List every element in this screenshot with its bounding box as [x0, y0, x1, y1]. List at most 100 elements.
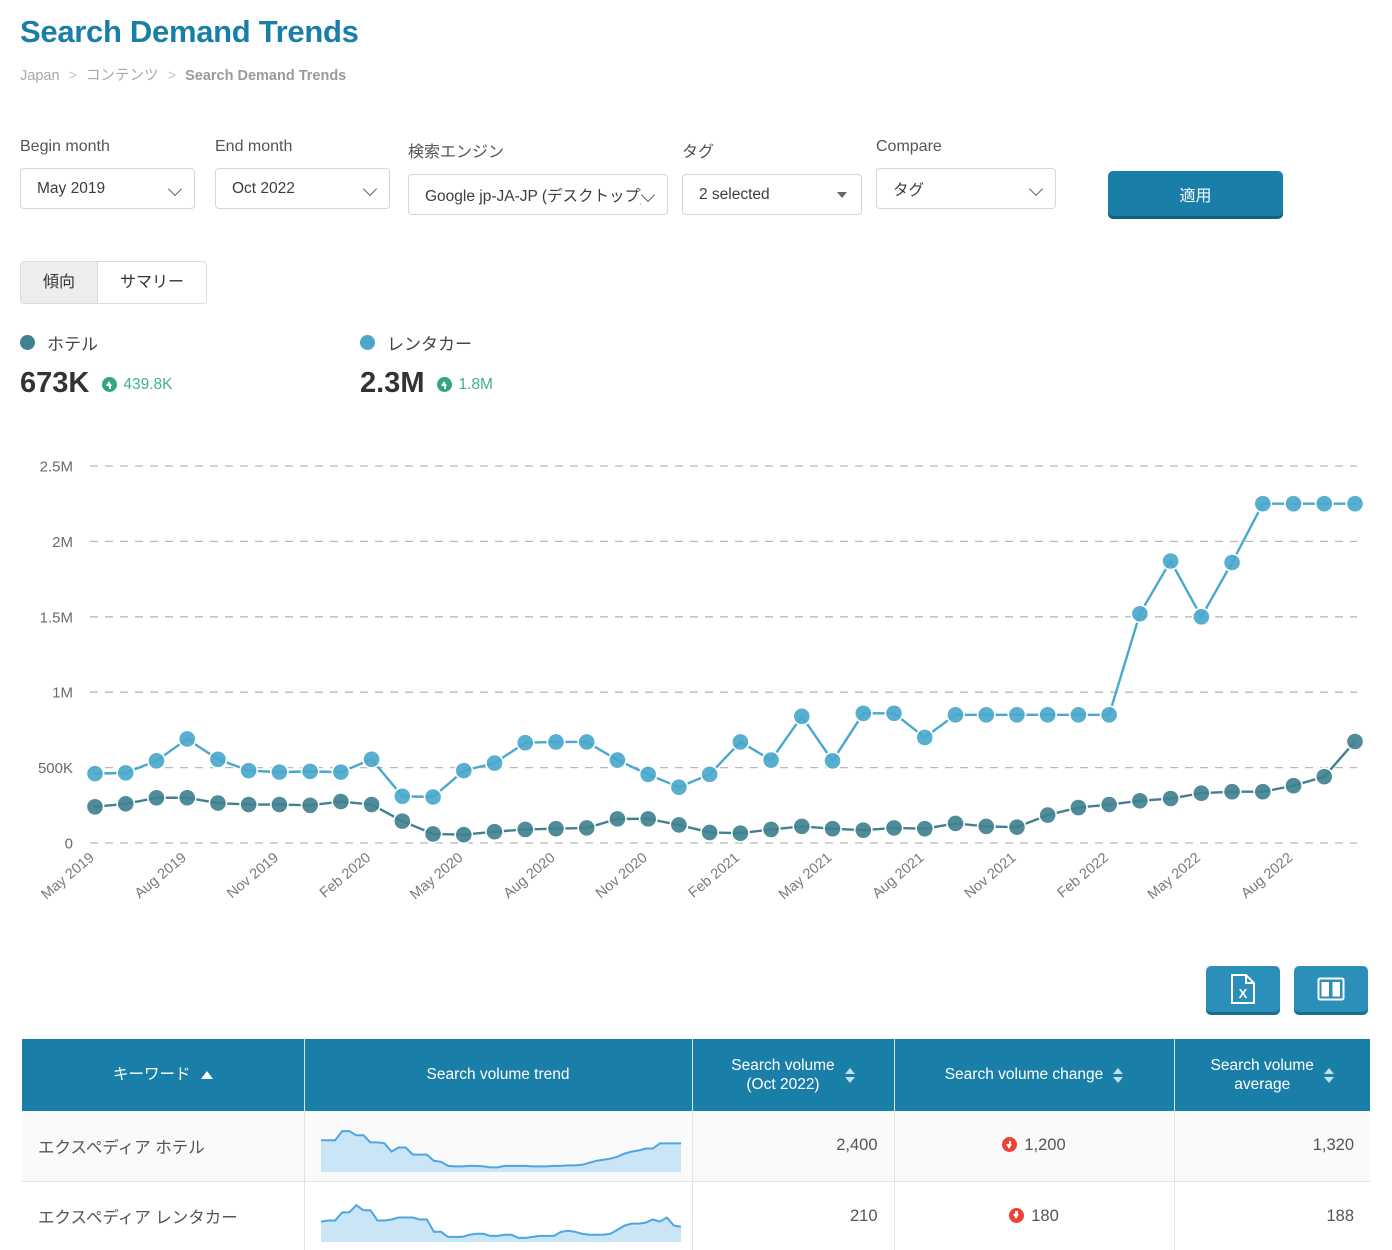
begin-month-value: May 2019 — [37, 179, 106, 197]
sort-toggle-icon — [1323, 1067, 1334, 1083]
sparkline-chart — [320, 1203, 681, 1242]
svg-text:Feb 2022: Feb 2022 — [1054, 850, 1111, 902]
keyword-table-wrapper: キーワード Search volume trend Search volume(… — [22, 1039, 1370, 1250]
apply-button[interactable]: 適用 — [1108, 171, 1283, 216]
cell-trend-sparkline — [304, 1111, 693, 1182]
chevron-down-icon — [641, 187, 657, 203]
kpi-rentalcar-delta-value: 1.8M — [458, 375, 493, 393]
column-header-average[interactable]: Search volume average — [1174, 1039, 1370, 1111]
svg-text:0: 0 — [65, 836, 73, 853]
tab-summary[interactable]: サマリー — [97, 262, 207, 303]
column-label-trend: Search volume trend — [426, 1066, 570, 1084]
kpi-rentalcar-delta: 1.8M — [437, 375, 493, 394]
kpi-rentalcar: レンタカー 2.3M 1.8M — [360, 330, 493, 400]
cell-trend-sparkline — [304, 1181, 693, 1250]
cell-search-volume: 210 — [692, 1181, 895, 1250]
end-month-field: End month Oct 2022 — [215, 138, 390, 209]
sort-toggle-icon — [844, 1067, 855, 1083]
chevron-down-icon — [1029, 181, 1045, 197]
cell-search-volume: 2,400 — [692, 1111, 895, 1182]
search-engine-field: 検索エンジン Google jp-JA-JP (デスクトップ) — [408, 138, 668, 215]
cell-search-volume-change: 180 — [894, 1181, 1175, 1250]
keyword-table: キーワード Search volume trend Search volume(… — [22, 1039, 1370, 1250]
table-header-row: キーワード Search volume trend Search volume(… — [22, 1039, 1370, 1111]
breadcrumb-separator: > — [68, 68, 78, 84]
column-label-volume: Search volume (Oct 2022) — [731, 1056, 835, 1093]
columns-icon — [1317, 977, 1345, 1001]
arrow-up-icon — [437, 377, 453, 392]
kpi-rentalcar-label: レンタカー — [387, 335, 472, 354]
search-engine-label: 検索エンジン — [408, 144, 505, 161]
end-month-select[interactable]: Oct 2022 — [215, 168, 390, 209]
cell-keyword: エクスペディア ホテル — [22, 1111, 305, 1182]
page-title: Search Demand Trends — [20, 14, 359, 49]
cell-search-volume-average: 1,320 — [1174, 1111, 1370, 1182]
svg-text:Aug 2019: Aug 2019 — [132, 850, 190, 902]
kpi-hotel-delta-value: 439.8K — [123, 375, 173, 393]
cell-keyword: エクスペディア レンタカー — [22, 1181, 305, 1250]
tag-label: タグ — [682, 144, 715, 161]
kpi-hotel-label: ホテル — [47, 335, 98, 354]
tag-value: 2 selected — [699, 185, 770, 203]
sparkline-chart — [320, 1129, 681, 1172]
column-header-change[interactable]: Search volume change — [894, 1039, 1175, 1111]
columns-toggle-button[interactable] — [1294, 966, 1368, 1012]
sort-toggle-icon — [1113, 1067, 1124, 1083]
svg-text:Nov 2021: Nov 2021 — [962, 850, 1020, 902]
cell-search-volume-change: 1,200 — [894, 1111, 1175, 1182]
begin-month-select[interactable]: May 2019 — [20, 168, 195, 209]
svg-text:1.5M: 1.5M — [40, 609, 73, 626]
svg-text:Aug 2022: Aug 2022 — [1238, 850, 1296, 902]
svg-text:2.5M: 2.5M — [40, 459, 73, 476]
column-header-trend: Search volume trend — [304, 1039, 693, 1111]
breadcrumb-item-contents[interactable]: コンテンツ — [86, 68, 159, 84]
kpi-hotel: ホテル 673K 439.8K — [20, 330, 172, 400]
end-month-label: End month — [215, 138, 293, 155]
column-header-keyword[interactable]: キーワード — [22, 1039, 305, 1111]
compare-value: タグ — [893, 181, 925, 199]
svg-text:Aug 2021: Aug 2021 — [869, 850, 927, 902]
export-toolbar: X — [1206, 966, 1368, 1012]
search-engine-value: Google jp-JA-JP (デスクトップ) — [425, 187, 641, 205]
end-month-value: Oct 2022 — [232, 179, 295, 197]
svg-text:Nov 2020: Nov 2020 — [593, 850, 651, 902]
chart-canvas: 2.5M 2M 1.5M 1M 500K 0May 2019 Aug 2019 Nov 201… — [38, 459, 1365, 903]
svg-text:Aug 2020: Aug 2020 — [501, 850, 559, 902]
svg-text:X: X — [1239, 986, 1248, 1001]
arrow-up-icon — [102, 377, 118, 392]
begin-month-label: Begin month — [20, 138, 110, 155]
svg-text:2M: 2M — [52, 534, 73, 551]
breadcrumb-item-japan[interactable]: Japan — [20, 68, 60, 84]
compare-select[interactable]: タグ — [876, 168, 1056, 209]
search-demand-line-chart[interactable]: 2.5M 2M 1.5M 1M 500K 0 May 2019 Aug 2019 Nov 201… — [0, 440, 1392, 950]
excel-export-button[interactable]: X — [1206, 966, 1280, 1012]
svg-text:May 2022: May 2022 — [1145, 850, 1204, 903]
tag-multiselect[interactable]: 2 selected — [682, 174, 862, 215]
table-row[interactable]: エクスペディア レンタカー 210 180 188 — [22, 1181, 1370, 1250]
chevron-down-icon — [168, 181, 184, 197]
legend-dot-rentalcar — [360, 335, 375, 350]
svg-text:Nov 2019: Nov 2019 — [224, 850, 282, 902]
excel-icon: X — [1231, 974, 1255, 1004]
svg-text:May 2020: May 2020 — [407, 850, 466, 903]
column-label-change: Search volume change — [944, 1066, 1104, 1084]
tab-trend[interactable]: 傾向 — [21, 262, 98, 303]
cell-search-volume-average: 188 — [1174, 1181, 1370, 1250]
search-engine-select[interactable]: Google jp-JA-JP (デスクトップ) — [408, 174, 668, 215]
chevron-down-icon — [363, 181, 379, 197]
search-demand-trends-page: Search Demand Trends Japan > コンテンツ > Sea… — [0, 0, 1392, 1250]
begin-month-field: Begin month May 2019 — [20, 138, 195, 209]
caret-down-icon — [837, 191, 847, 198]
kpi-hotel-delta: 439.8K — [102, 376, 172, 394]
column-header-volume[interactable]: Search volume (Oct 2022) — [692, 1039, 895, 1111]
breadcrumb: Japan > コンテンツ > Search Demand Trends — [20, 64, 346, 85]
column-label-average: Search volume average — [1210, 1056, 1314, 1093]
svg-text:1M: 1M — [52, 685, 73, 702]
column-label-keyword: キーワード — [112, 1066, 191, 1084]
breadcrumb-item-current: Search Demand Trends — [185, 68, 347, 84]
legend-dot-hotel — [20, 335, 35, 350]
table-row[interactable]: エクスペディア ホテル 2,400 1,200 1,320 — [22, 1111, 1370, 1182]
svg-text:May 2019: May 2019 — [38, 850, 97, 903]
arrow-down-icon — [1002, 1137, 1018, 1153]
arrow-down-icon — [1009, 1207, 1025, 1223]
